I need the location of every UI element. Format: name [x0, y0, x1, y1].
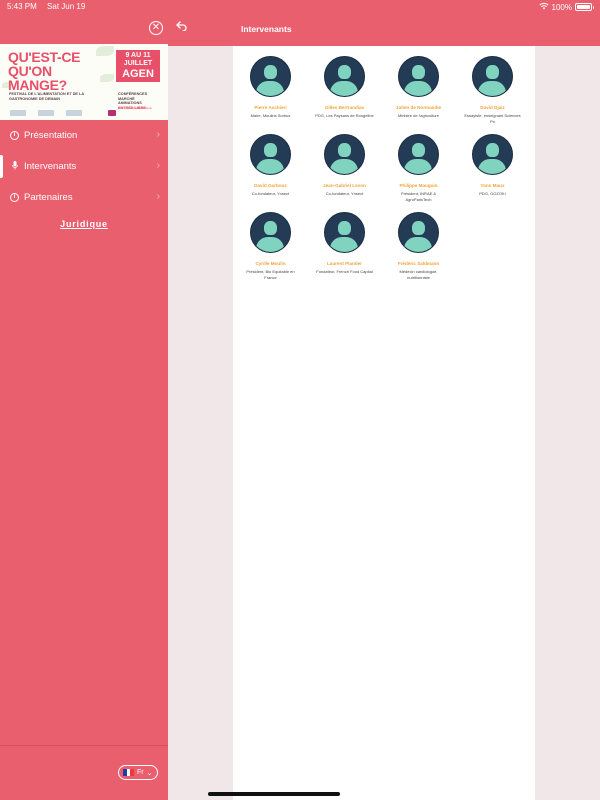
festival-banner: QU'EST-CE QU'ON MANGE? FESTIVAL DE L'ALI…	[0, 44, 168, 120]
chevron-right-icon: ›	[156, 160, 160, 171]
avatar-placeholder-icon	[324, 134, 365, 175]
speakers-panel: Pierre Aschieri Maire, Moulins Sorbus Gill…	[233, 46, 535, 800]
language-label: Fr	[137, 769, 144, 776]
info-icon: i	[10, 193, 19, 202]
speaker-name: Frédéric Saldmann	[397, 261, 440, 266]
speaker-card[interactable]: Julien de Normandie Ministre de l'agricul…	[382, 54, 455, 132]
avatar-placeholder-icon	[324, 212, 365, 253]
speaker-card[interactable]: David Garbous Co-fondateur, Ynsect	[234, 132, 307, 210]
avatar-placeholder-icon	[472, 56, 513, 97]
status-time: 5:43 PM	[7, 2, 37, 11]
language-selector[interactable]: Fr ⌄	[118, 765, 158, 780]
back-icon[interactable]	[176, 21, 188, 34]
sidebar: ✕ QU'EST-CE QU'ON MANGE? FESTIVAL DE L'A…	[0, 0, 168, 800]
avatar-placeholder-icon	[398, 134, 439, 175]
juridique-link[interactable]: Juridique	[0, 219, 168, 229]
sidebar-item-presentation[interactable]: i Présentation ›	[0, 120, 168, 151]
info-icon: i	[10, 131, 19, 140]
banner-subtitle-text: CONFÉRENCES MARCHÉ ANIMATIONS	[118, 92, 148, 105]
banner-datebox: 9 AU 11 JUILLET AGEN	[116, 50, 160, 82]
speaker-role: Président, INRAE & AgroParisTech	[400, 191, 437, 202]
battery-icon	[575, 3, 594, 11]
speaker-role: Ministre de l'agriculture	[397, 113, 439, 118]
speaker-name: David Garbous	[254, 183, 287, 188]
speaker-grid: Pierre Aschieri Maire, Moulins Sorbus Gill…	[233, 54, 535, 288]
speaker-name: David Djaiz	[480, 105, 505, 110]
avatar-placeholder-icon	[472, 134, 513, 175]
chevron-down-icon: ⌄	[146, 769, 153, 777]
speaker-name: Cyrille Moulin	[255, 261, 286, 266]
status-bar: 5:43 PM Sat Jun 19 100%	[0, 0, 600, 14]
speaker-name: Jean-Gabriel Levon	[323, 183, 366, 188]
avatar-placeholder-icon	[250, 56, 291, 97]
page-title: Intervenants	[241, 24, 292, 34]
speaker-name: Gilles Bertrandias	[324, 105, 365, 110]
banner-city: AGEN	[122, 68, 154, 80]
sidebar-item-intervenants[interactable]: Intervenants ›	[0, 151, 168, 182]
speaker-name: Philippe Mauguin	[399, 183, 438, 188]
speaker-role: Président, Bio Equitable en France	[246, 269, 295, 280]
speaker-name: Laurent Plantier	[327, 261, 362, 266]
wifi-icon	[538, 2, 549, 12]
speaker-card[interactable]: Jean-Gabriel Levon Co-fondateur, Ynsect	[308, 132, 381, 210]
speaker-role: Co-fondateur, Ynsect	[251, 191, 290, 196]
banner-title: QU'EST-CE QU'ON MANGE?	[8, 49, 81, 93]
banner-date-range: 9 AU 11 JUILLET	[123, 52, 153, 67]
partner-logo	[66, 110, 82, 116]
speaker-card[interactable]: Frédéric Saldmann Médecin cardiologue, nu…	[382, 210, 455, 288]
banner-festival: FESTIVAL DE L'ALIMENTATION ET DE LA GAST…	[9, 92, 84, 101]
sidebar-item-partenaires[interactable]: i Partenaires ›	[0, 182, 168, 213]
speaker-role: PDG, GOZOKI	[479, 191, 506, 196]
status-date: Sat Jun 19	[47, 2, 86, 11]
sidebar-divider	[0, 745, 168, 746]
speaker-card[interactable]: Laurent Plantier Fondateur, French Food C…	[308, 210, 381, 288]
france-flag-icon	[123, 769, 135, 776]
speaker-role: PDG, Les Paysans de Rougeline	[315, 113, 374, 118]
avatar-placeholder-icon	[250, 212, 291, 253]
speaker-role: Co-fondateur, Ynsect	[325, 191, 364, 196]
speaker-card[interactable]: Yann Maux PDG, GOZOKI	[456, 132, 529, 210]
partner-logo	[108, 110, 116, 116]
banner-hashtag: #leFestivalQuiSeGoûtera	[118, 106, 152, 110]
partner-logo	[38, 110, 54, 116]
avatar-placeholder-icon	[250, 134, 291, 175]
speaker-name: Julien de Normandie	[395, 105, 442, 110]
speaker-card[interactable]: David Djaiz Essayiste, enseignant Science…	[456, 54, 529, 132]
sidebar-menu: i Présentation › Intervenants › i Parten…	[0, 120, 168, 213]
speaker-role: Médecin cardiologue, nutritionniste	[399, 269, 438, 280]
chevron-right-icon: ›	[156, 129, 160, 140]
home-indicator[interactable]	[208, 792, 340, 796]
avatar-placeholder-icon	[398, 212, 439, 253]
sidebar-item-label: Présentation	[24, 130, 78, 141]
battery-level: 100%	[551, 2, 572, 12]
speaker-role: Fondateur, French Food Capital	[316, 269, 373, 274]
speaker-card[interactable]: Pierre Aschieri Maire, Moulins Sorbus	[234, 54, 307, 132]
avatar-placeholder-icon	[324, 56, 365, 97]
partner-logo	[10, 110, 26, 116]
chevron-right-icon: ›	[156, 191, 160, 202]
sidebar-item-label: Intervenants	[24, 161, 77, 172]
speaker-card[interactable]: Philippe Mauguin Président, INRAE & AgroP…	[382, 132, 455, 210]
speaker-name: Pierre Aschieri	[254, 105, 287, 110]
speaker-card[interactable]: Gilles Bertrandias PDG, Les Paysans de Ro…	[308, 54, 381, 132]
avatar-placeholder-icon	[398, 56, 439, 97]
speaker-card[interactable]: Cyrille Moulin Président, Bio Equitable e…	[234, 210, 307, 288]
microphone-icon	[10, 161, 19, 172]
speaker-role: Maire, Moulins Sorbus	[250, 113, 291, 118]
speaker-name: Yann Maux	[480, 183, 505, 188]
sidebar-item-label: Partenaires	[24, 192, 73, 203]
partner-logos	[10, 110, 116, 116]
speaker-role: Essayiste, enseignant Sciences Po	[464, 113, 521, 124]
close-icon[interactable]: ✕	[149, 21, 163, 35]
